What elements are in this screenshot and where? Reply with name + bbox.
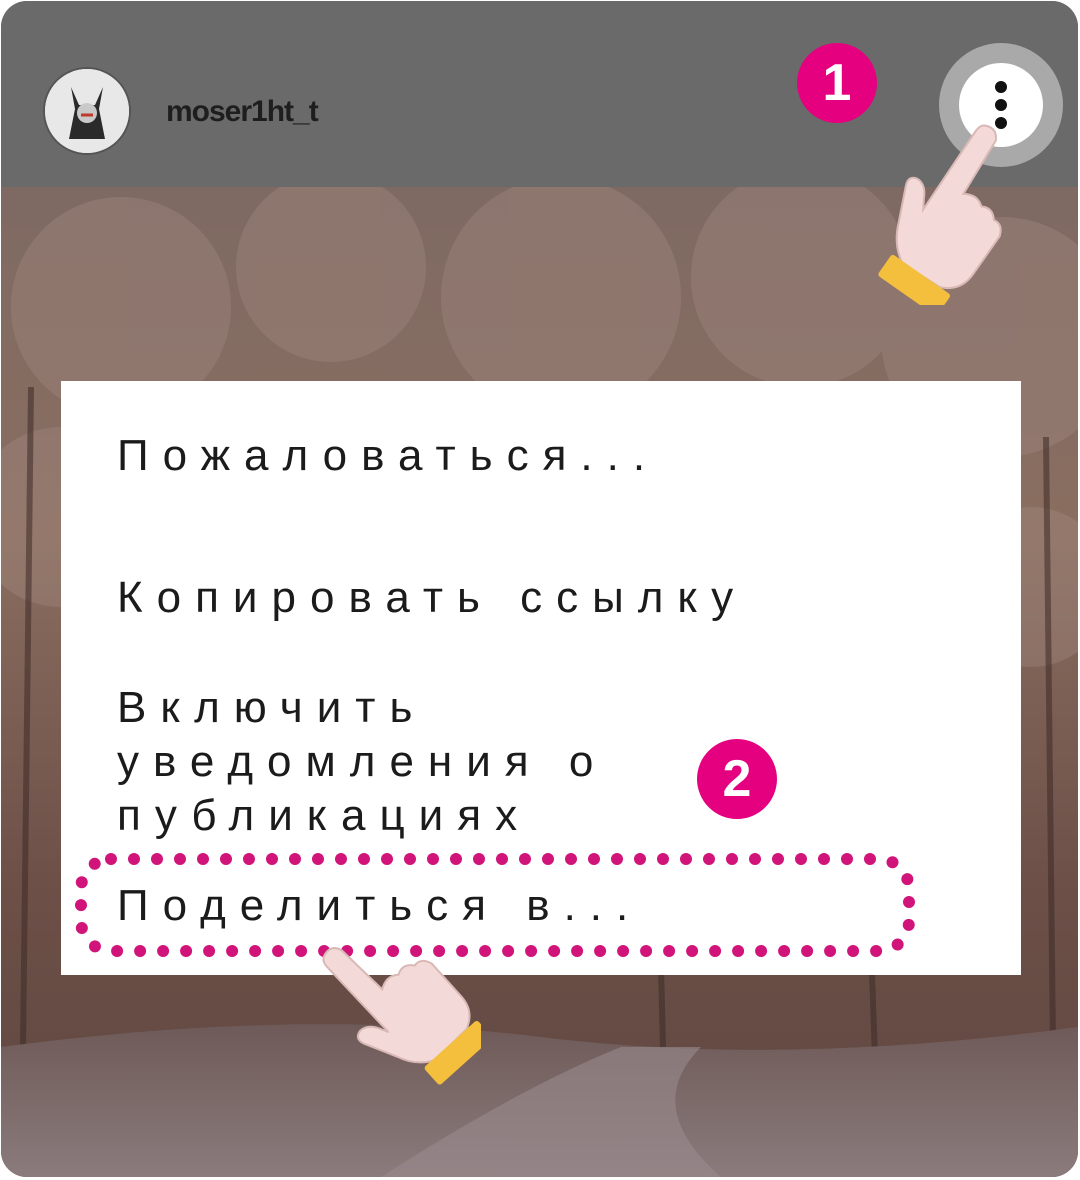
menu-item-label-line: Включить <box>117 683 427 732</box>
post-frame: moser1ht_t 1 Пожаловаться... Копировать … <box>1 1 1078 1177</box>
menu-item-turn-on-notifications[interactable]: Включить уведомления о публикациях <box>117 681 607 843</box>
username[interactable]: moser1ht_t <box>166 95 319 129</box>
avatar-image <box>45 69 129 153</box>
avatar[interactable] <box>43 67 131 155</box>
step-2-badge: 2 <box>697 739 777 819</box>
menu-item-label-line: публикациях <box>117 791 532 840</box>
menu-item-copy-link[interactable]: Копировать ссылку <box>117 571 747 625</box>
highlight-outline <box>75 853 915 957</box>
menu-item-label-line: уведомления о <box>117 737 608 786</box>
menu-item-report[interactable]: Пожаловаться... <box>117 429 659 483</box>
pointing-hand-icon <box>322 947 481 1085</box>
pointing-hand-icon <box>878 124 1002 305</box>
